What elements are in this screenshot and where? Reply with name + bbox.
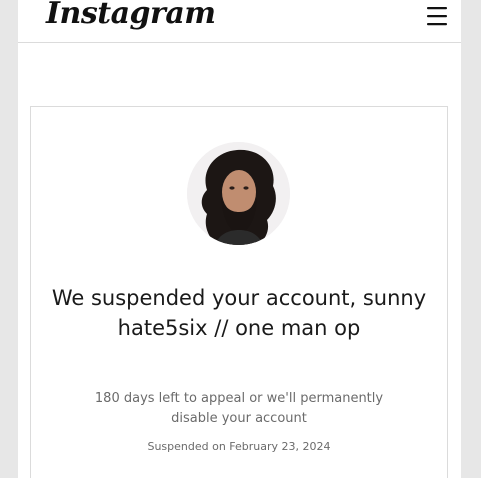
avatar: [187, 142, 290, 245]
profile-photo-icon: [187, 142, 290, 245]
suspension-title: We suspended your account, sunny hate5si…: [51, 286, 427, 340]
top-bar: Instagram: [18, 0, 461, 43]
appeal-notice: 180 days left to appeal or we'll permane…: [94, 391, 384, 426]
app-screen: Instagram We suspended your account, sun…: [18, 0, 461, 478]
suspension-date: Suspended on February 23, 2024: [147, 440, 331, 453]
instagram-logo[interactable]: Instagram: [46, 0, 216, 34]
hamburger-menu-icon[interactable]: [425, 4, 449, 28]
menu-icon-graphic: [427, 7, 447, 26]
suspension-card: We suspended your account, sunny hate5si…: [30, 106, 448, 478]
